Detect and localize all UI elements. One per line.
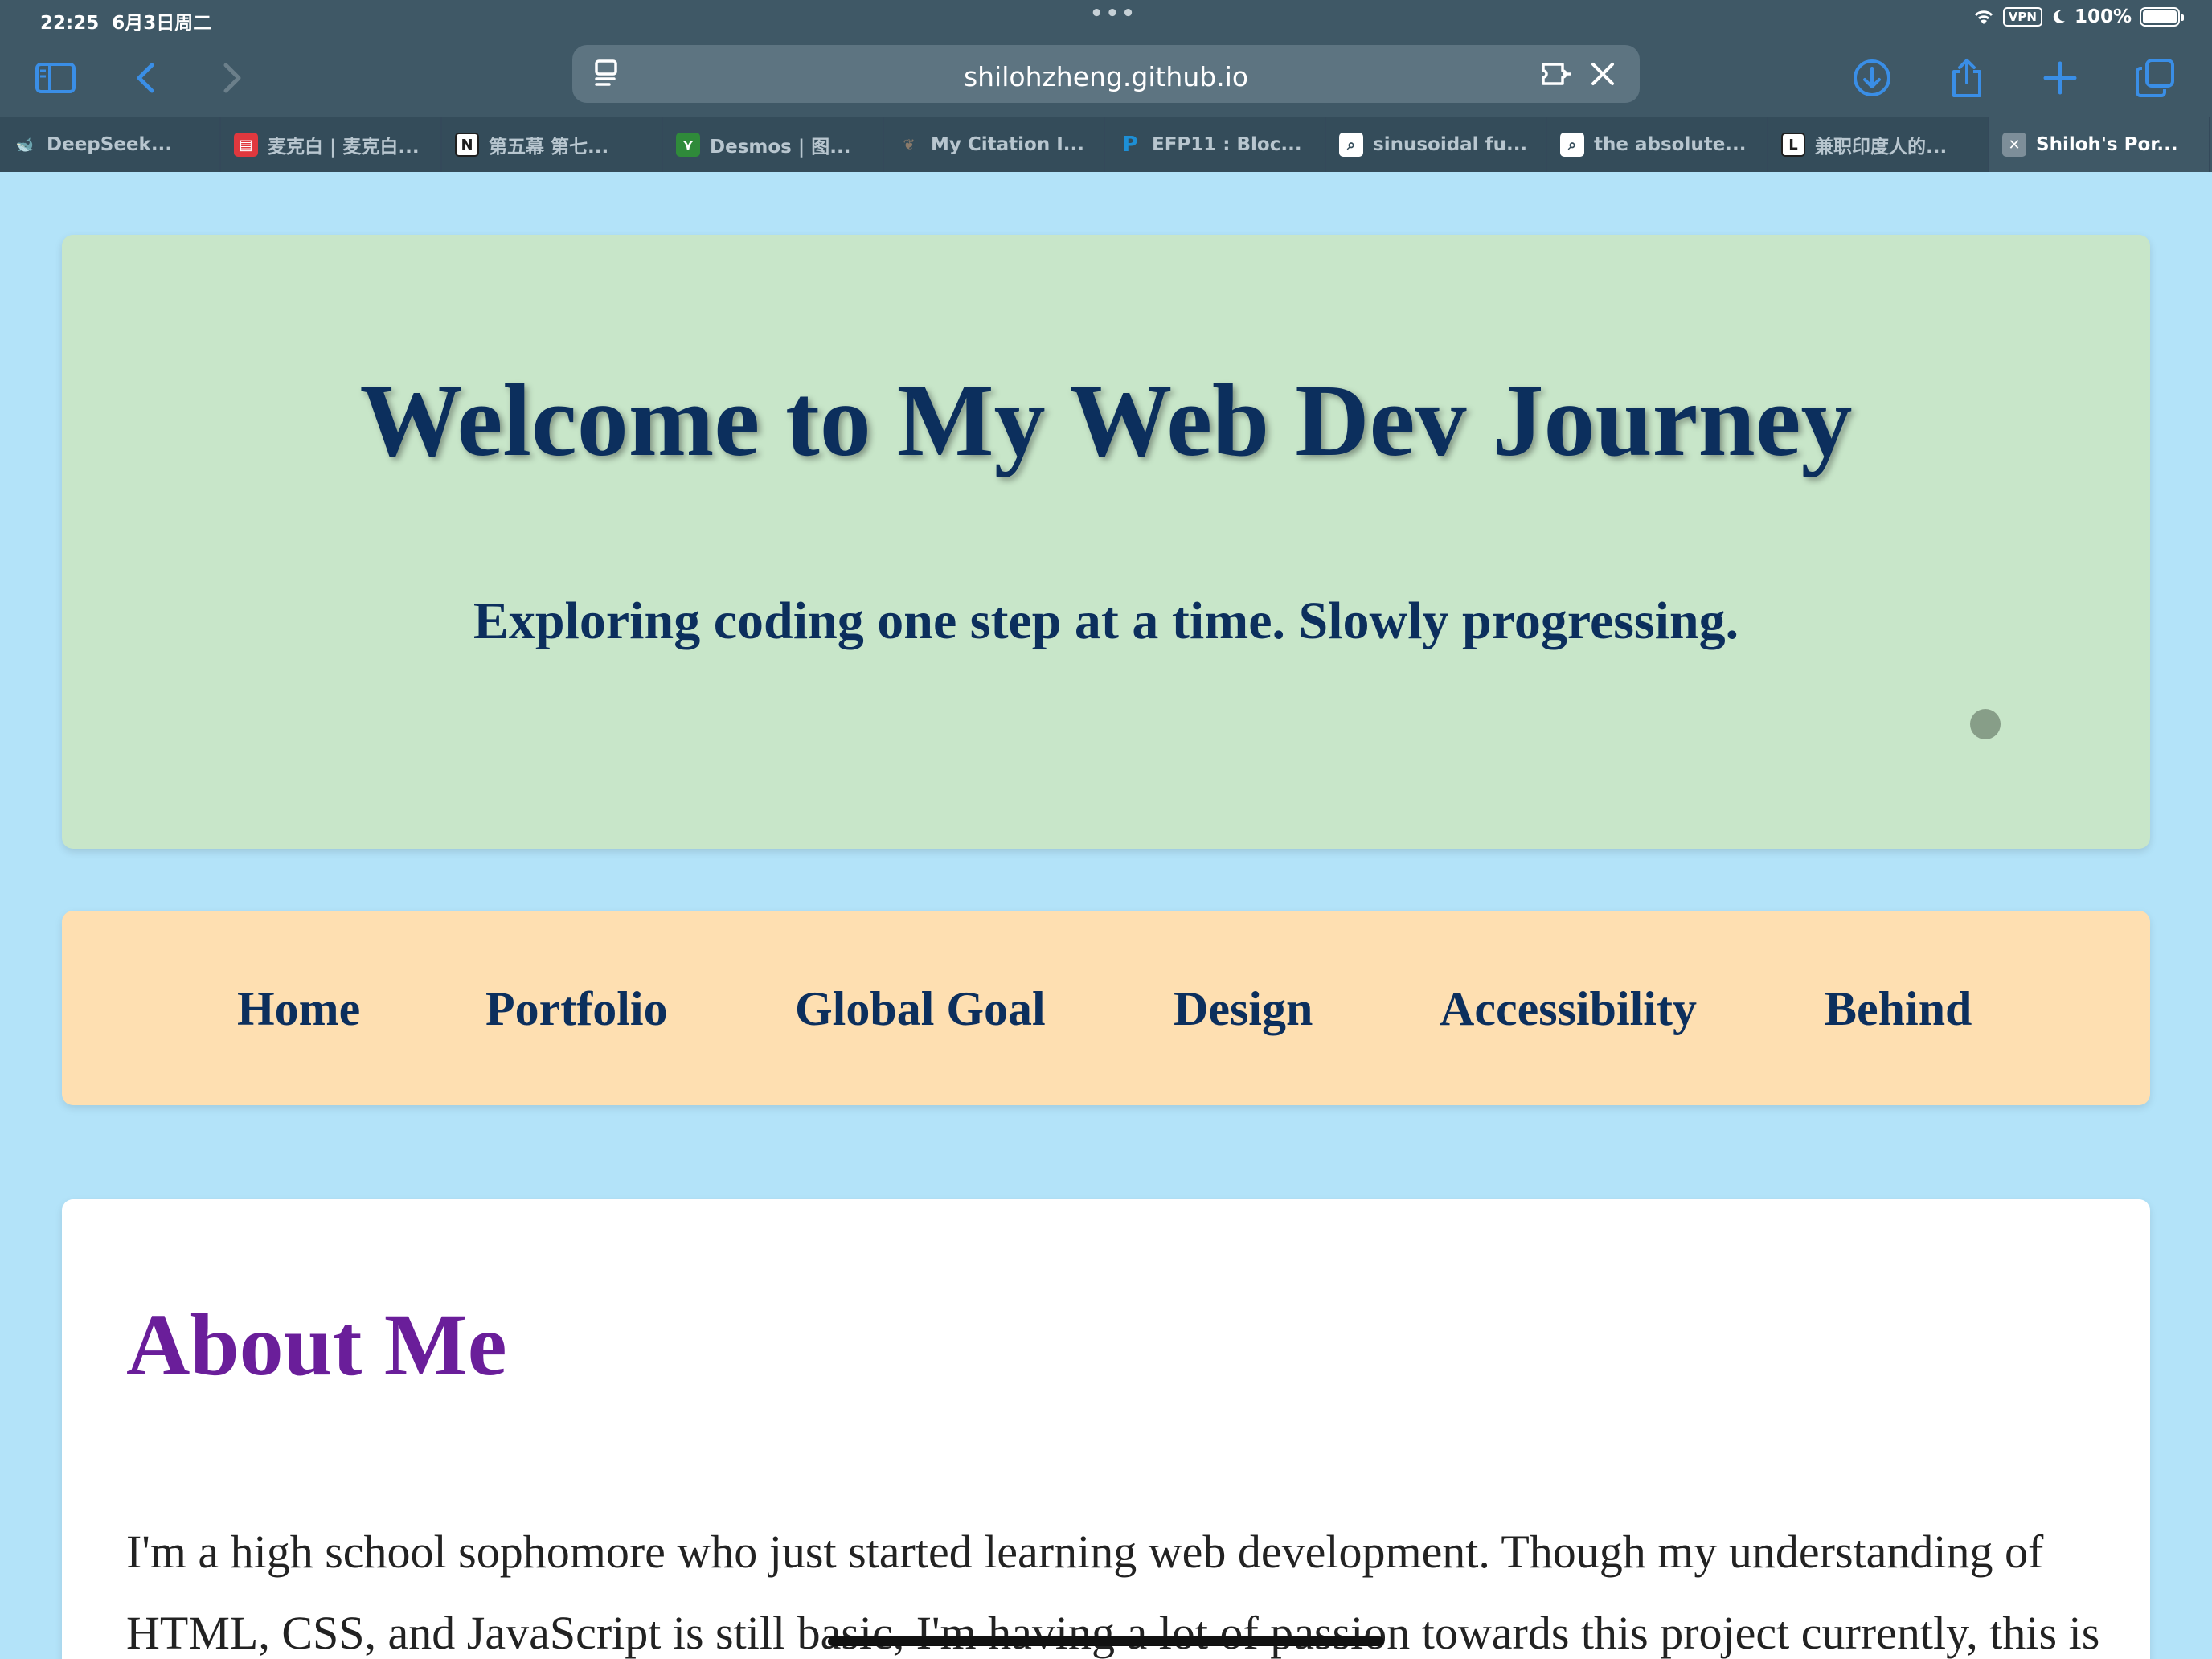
browser-toolbar: shilohzheng.github.io bbox=[0, 37, 2212, 117]
p-logo-icon: P bbox=[1122, 133, 1138, 157]
tab-macbeth[interactable]: ▤ 麦克白 | 麦克白... bbox=[221, 117, 442, 172]
address-bar[interactable]: shilohzheng.github.io bbox=[572, 45, 1640, 103]
hero-banner: Welcome to My Web Dev Journey Exploring … bbox=[62, 235, 2150, 849]
search-icon: ⌕ bbox=[1339, 133, 1363, 157]
browser-chrome: 22:25 6月3日周二 ••• VPN 100% shilohzheng.gi… bbox=[0, 0, 2212, 172]
squirrel-icon: ❦ bbox=[903, 136, 916, 154]
tab-deepseek[interactable]: 🐋 DeepSeek... bbox=[0, 117, 221, 172]
url-text: shilohzheng.github.io bbox=[963, 61, 1249, 92]
forward-icon[interactable] bbox=[204, 51, 257, 104]
moon-icon bbox=[2053, 10, 2065, 23]
tab-part-time[interactable]: L 兼职印度人的... bbox=[1768, 117, 1989, 172]
site-nav: Home Portfolio Global Goal Design Access… bbox=[62, 911, 2150, 1105]
sidebar-icon[interactable] bbox=[29, 51, 82, 104]
status-indicators: VPN 100% bbox=[1972, 6, 2184, 27]
tab-my-citation[interactable]: ❦ My Citation I... bbox=[884, 117, 1105, 172]
status-bar: 22:25 6月3日周二 ••• VPN 100% bbox=[0, 0, 2212, 37]
download-icon[interactable] bbox=[1845, 51, 1899, 104]
whale-icon: 🐋 bbox=[15, 136, 35, 154]
extension-icon[interactable] bbox=[1537, 55, 1575, 93]
tab-sinusoidal[interactable]: ⌕ sinusoidal fu... bbox=[1326, 117, 1547, 172]
decorative-dot bbox=[1970, 709, 2001, 739]
nav-home[interactable]: Home bbox=[237, 981, 360, 1037]
nav-accessibility[interactable]: Accessibility bbox=[1440, 981, 1697, 1037]
about-title: About Me bbox=[126, 1296, 507, 1394]
notion-icon: N bbox=[455, 133, 479, 157]
battery-percent: 100% bbox=[2074, 6, 2132, 27]
home-indicator[interactable] bbox=[828, 1636, 1384, 1646]
battery-icon bbox=[2140, 7, 2184, 27]
search-icon: ⌕ bbox=[1560, 133, 1584, 157]
nav-design[interactable]: Design bbox=[1174, 981, 1313, 1037]
status-time: 22:25 6月3日周二 bbox=[40, 13, 212, 34]
l-logo-icon: L bbox=[1781, 133, 1805, 157]
tab-bar: 🐋 DeepSeek... ▤ 麦克白 | 麦克白... N 第五幕 第七...… bbox=[0, 117, 2212, 172]
tab-act-five[interactable]: N 第五幕 第七... bbox=[442, 117, 663, 172]
multitasking-dots-icon[interactable]: ••• bbox=[1090, 2, 1137, 26]
tabs-overview-icon[interactable] bbox=[2128, 51, 2181, 104]
tab-efp11[interactable]: P EFP11 : Bloc... bbox=[1105, 117, 1326, 172]
graph-icon: ⋎ bbox=[676, 133, 700, 157]
nav-global-goal[interactable]: Global Goal bbox=[795, 981, 1046, 1037]
close-icon[interactable] bbox=[1583, 55, 1622, 93]
tab-shiloh-portfolio[interactable]: ✕ Shiloh's Por... bbox=[1989, 117, 2210, 172]
about-section: About Me I'm a high school sophomore who… bbox=[62, 1199, 2150, 1659]
back-icon[interactable] bbox=[121, 51, 174, 104]
new-tab-icon[interactable] bbox=[2034, 51, 2087, 104]
wifi-icon bbox=[1974, 10, 1993, 24]
hero-title: Welcome to My Web Dev Journey bbox=[359, 363, 1853, 477]
tab-absolute[interactable]: ⌕ the absolute... bbox=[1547, 117, 1768, 172]
share-icon[interactable] bbox=[1940, 51, 1993, 104]
nav-portfolio[interactable]: Portfolio bbox=[485, 981, 668, 1037]
hero-subtitle: Exploring coding one step at a time. Slo… bbox=[473, 592, 1739, 650]
close-tab-icon[interactable]: ✕ bbox=[2002, 133, 2026, 157]
book-icon: ▤ bbox=[234, 133, 258, 157]
vpn-badge: VPN bbox=[2002, 7, 2042, 27]
nav-behind[interactable]: Behind bbox=[1825, 981, 1972, 1037]
tab-desmos[interactable]: ⋎ Desmos | 图... bbox=[663, 117, 884, 172]
